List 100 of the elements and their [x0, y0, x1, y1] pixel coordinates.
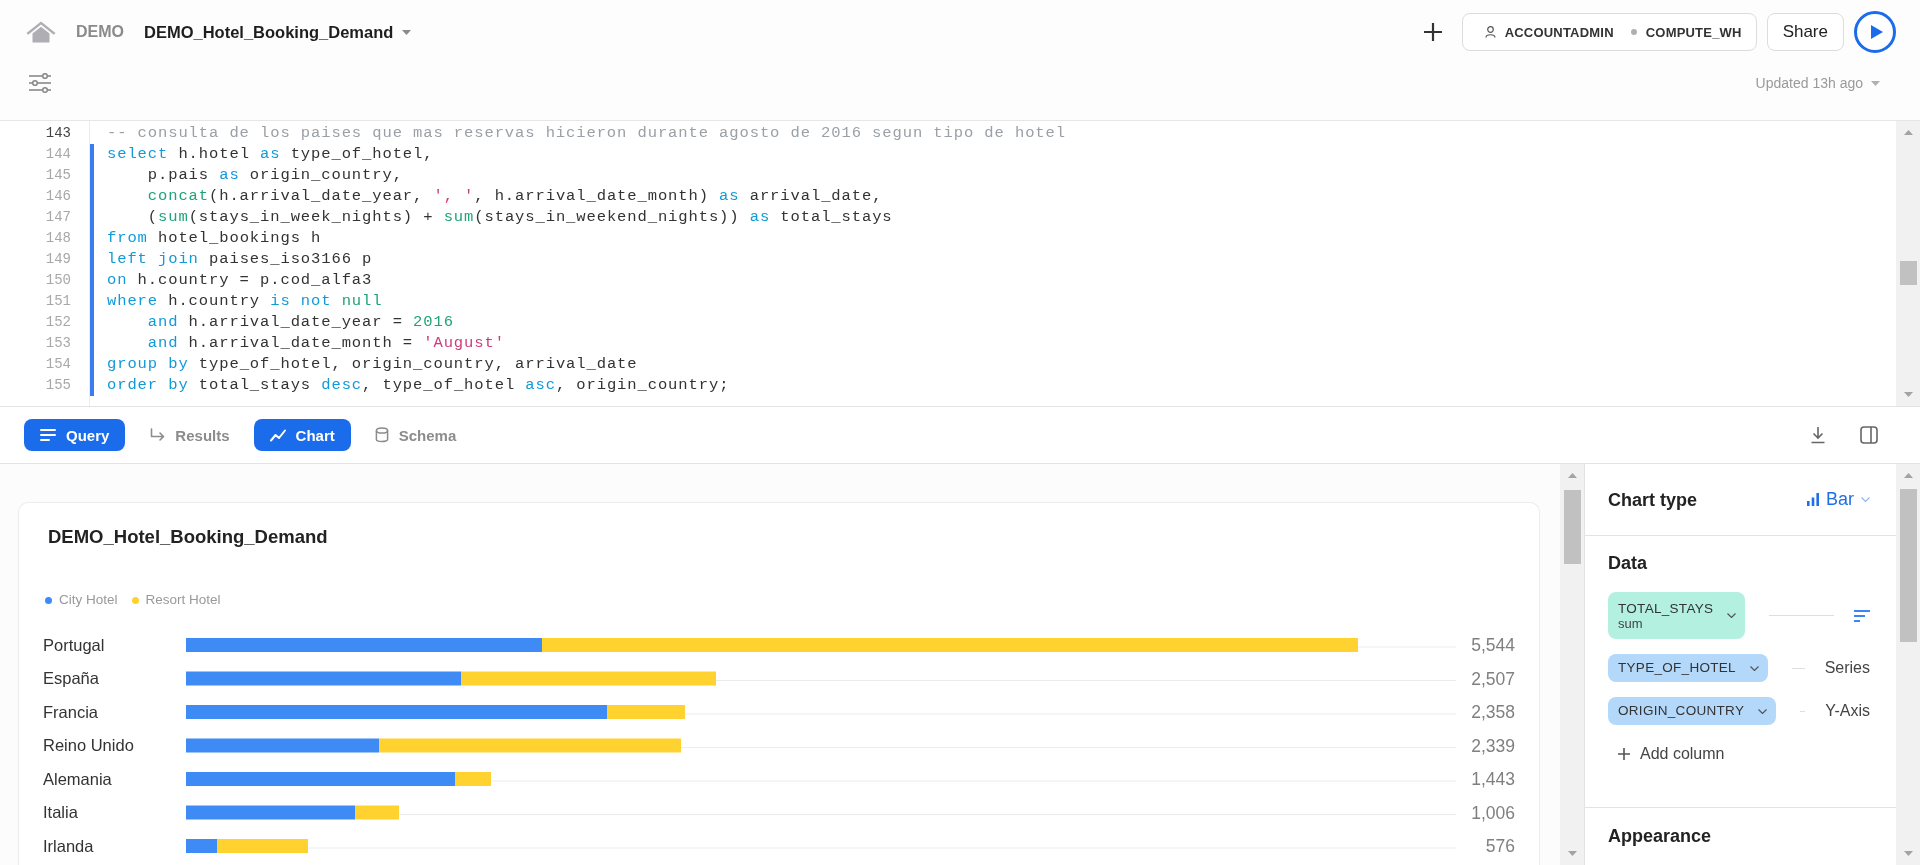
- bar-segment[interactable]: [379, 738, 681, 753]
- sidebar-panel-icon[interactable]: [1860, 426, 1878, 444]
- connector-line: [1769, 615, 1834, 616]
- download-icon[interactable]: [1810, 426, 1826, 444]
- code-line: select h.hotel as type_of_hotel,: [90, 144, 434, 165]
- scroll-up-arrow-icon[interactable]: [1903, 473, 1913, 478]
- bar-segment[interactable]: [355, 805, 399, 820]
- text-lines-icon: [40, 428, 56, 442]
- share-button[interactable]: Share: [1766, 13, 1844, 51]
- category-label: Italia: [43, 803, 78, 821]
- axis-role-label: Series: [1824, 659, 1870, 677]
- bar-segment[interactable]: [186, 705, 607, 719]
- category-label: Francia: [43, 702, 99, 721]
- category-label: Alemania: [43, 769, 112, 788]
- line-chart-icon: [269, 428, 286, 442]
- bar-segment[interactable]: [186, 839, 217, 853]
- column-pill[interactable]: TOTAL_STAYS sum: [1608, 592, 1746, 639]
- code-line: left join paises_iso3166 p: [90, 249, 373, 270]
- scrollbar[interactable]: [1896, 121, 1920, 406]
- role-warehouse-selector[interactable]: ACCOUNTADMIN COMPUTE_WH: [1461, 13, 1757, 51]
- line-number: 154: [45, 355, 71, 374]
- chevron-down-icon: [1749, 665, 1759, 671]
- total-label: 2,507: [1471, 668, 1515, 689]
- caret-icon: [402, 29, 412, 35]
- plus-icon[interactable]: [1422, 22, 1443, 42]
- scrollbar[interactable]: [1896, 464, 1920, 865]
- code-line: and h.arrival_date_month = 'August': [90, 333, 505, 354]
- tab[interactable]: Query: [24, 419, 126, 451]
- category-label: Irlanda: [43, 836, 94, 855]
- category-label: Reino Unido: [43, 736, 134, 754]
- scroll-down-arrow-icon[interactable]: [1903, 851, 1913, 856]
- line-number: 148: [45, 229, 71, 248]
- scroll-up-arrow-icon[interactable]: [1903, 130, 1913, 135]
- section-heading: Chart type: [1608, 488, 1697, 511]
- line-number: 155: [45, 376, 71, 395]
- bar-segment[interactable]: [455, 772, 491, 786]
- category-label: Portugal: [43, 635, 105, 654]
- code-line: and h.arrival_date_year = 2016: [90, 312, 454, 333]
- bar-chart-icon: [1807, 493, 1819, 506]
- total-label: 1,443: [1471, 769, 1515, 789]
- scrollbar-thumb[interactable]: [1899, 489, 1917, 642]
- chevron-down-icon: [1861, 497, 1870, 502]
- caret-icon: [1871, 80, 1880, 86]
- play-icon: [1870, 25, 1883, 39]
- home-icon[interactable]: [26, 21, 56, 43]
- tab[interactable]: Chart: [253, 419, 351, 451]
- sliders-icon[interactable]: [28, 73, 52, 93]
- chart-type-dropdown[interactable]: Bar: [1807, 489, 1870, 510]
- total-label: 2,358: [1471, 702, 1515, 722]
- chart-title: DEMO_Hotel_Booking_Demand: [48, 526, 328, 548]
- line-number: 145: [45, 166, 71, 185]
- scroll-up-arrow-icon[interactable]: [1567, 473, 1577, 478]
- code-line: from hotel_bookings h: [90, 228, 322, 249]
- code-line: where h.country is not null: [90, 291, 383, 312]
- bar-segment[interactable]: [217, 839, 308, 853]
- line-number: 149: [45, 250, 71, 269]
- updated-dropdown[interactable]: Updated 13h ago: [1755, 75, 1880, 91]
- axis-role-label: Y-Axis: [1825, 702, 1870, 720]
- line-number: 153: [45, 334, 71, 353]
- scroll-down-arrow-icon[interactable]: [1903, 392, 1913, 397]
- legend-label[interactable]: City Hotel: [59, 592, 118, 608]
- run-button[interactable]: [1854, 11, 1896, 53]
- add-column-button[interactable]: Add column: [1618, 743, 1725, 765]
- bar-segment[interactable]: [186, 772, 455, 786]
- connector-line: [1791, 667, 1805, 669]
- code-line: p.pais as origin_country,: [90, 165, 403, 186]
- line-number: 143: [45, 124, 71, 143]
- line-number: 146: [45, 187, 71, 206]
- column-pill[interactable]: ORIGIN_COUNTRY: [1608, 697, 1777, 725]
- bar-segment[interactable]: [186, 671, 461, 686]
- scrollbar-thumb[interactable]: [1899, 261, 1917, 285]
- chevron-down-icon: [1727, 613, 1737, 618]
- section-heading: Appearance: [1608, 826, 1712, 846]
- bar-segment[interactable]: [186, 638, 542, 652]
- line-number: 147: [45, 208, 71, 227]
- return-arrow-icon: [149, 428, 166, 442]
- tab[interactable]: Results: [133, 419, 246, 451]
- column-pill[interactable]: TYPE_OF_HOTEL: [1608, 654, 1768, 682]
- database-icon: [374, 427, 389, 443]
- total-label: 576: [1485, 836, 1515, 856]
- bar-segment[interactable]: [607, 705, 685, 719]
- bar-segment[interactable]: [542, 638, 1358, 652]
- breadcrumb-link[interactable]: DEMO: [76, 23, 124, 41]
- scroll-down-arrow-icon[interactable]: [1567, 851, 1577, 856]
- scrollbar[interactable]: [1560, 464, 1584, 865]
- bar-segment[interactable]: [461, 671, 716, 686]
- worksheet-title-dropdown[interactable]: DEMO_Hotel_Booking_Demand: [144, 22, 412, 42]
- line-number: 150: [45, 271, 71, 290]
- sort-icon[interactable]: [1854, 609, 1870, 622]
- section-heading: Data: [1608, 552, 1647, 574]
- total-label: 1,006: [1471, 802, 1515, 823]
- person-icon: [1484, 26, 1496, 38]
- bar-segment[interactable]: [186, 805, 355, 820]
- code-line: (sum(stays_in_week_nights) + sum(stays_in_weekend_nights)) as total_stays: [90, 207, 893, 228]
- legend-label[interactable]: Resort Hotel: [145, 592, 221, 608]
- tab[interactable]: Schema: [358, 419, 473, 451]
- scrollbar-thumb[interactable]: [1563, 490, 1581, 564]
- category-label: España: [43, 669, 99, 687]
- code-line: -- consulta de los paises que mas reservas hicieron durante agosto de 2016 segun tipo de hotel: [106, 123, 1066, 144]
- bar-segment[interactable]: [186, 738, 379, 753]
